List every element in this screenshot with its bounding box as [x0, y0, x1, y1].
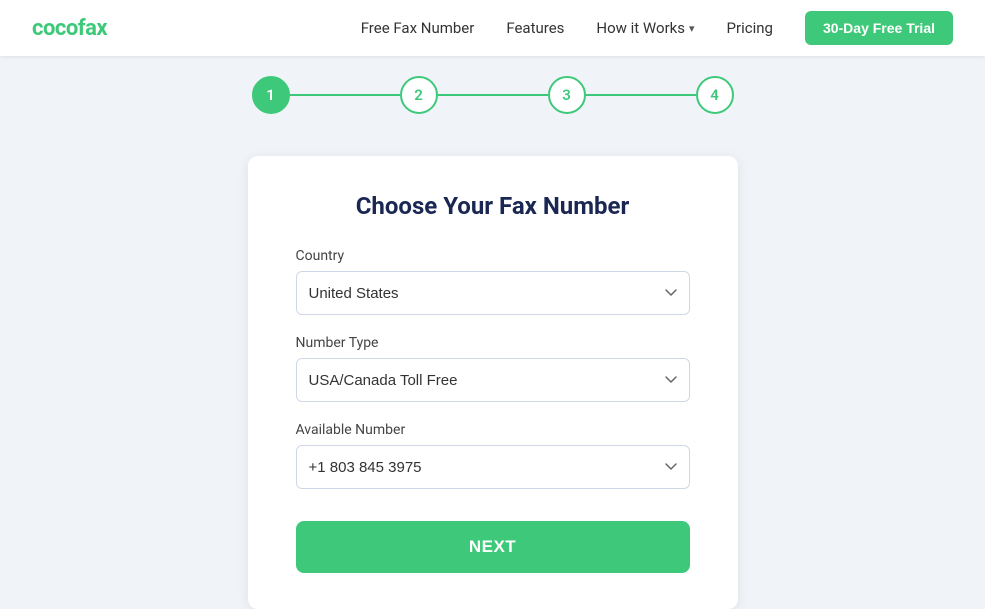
trial-button[interactable]: 30-Day Free Trial — [805, 11, 953, 45]
number-type-select[interactable]: USA/Canada Toll Free Local International — [296, 358, 690, 402]
step-line-3-4 — [586, 94, 696, 96]
nav-free-fax-number[interactable]: Free Fax Number — [361, 19, 475, 37]
number-type-group: Number Type USA/Canada Toll Free Local I… — [296, 335, 690, 402]
nav-pricing[interactable]: Pricing — [727, 19, 773, 37]
navbar: cocofax Free Fax Number Features How it … — [0, 0, 985, 56]
step-line-1-2 — [290, 94, 400, 96]
nav-features[interactable]: Features — [506, 19, 564, 37]
nav-how-it-works-label: How it Works — [596, 19, 685, 37]
fax-number-card: Choose Your Fax Number Country United St… — [248, 156, 738, 609]
country-group: Country United States Canada United King… — [296, 248, 690, 315]
next-button[interactable]: NEXT — [296, 521, 690, 573]
stepper-bar: 1 2 3 4 — [0, 56, 985, 132]
step-2[interactable]: 2 — [400, 76, 438, 114]
available-number-select[interactable]: +1 803 845 3975 +1 803 845 3976 +1 803 8… — [296, 445, 690, 489]
available-number-label: Available Number — [296, 422, 690, 438]
step-4[interactable]: 4 — [696, 76, 734, 114]
country-label: Country — [296, 248, 690, 264]
available-number-group: Available Number +1 803 845 3975 +1 803 … — [296, 422, 690, 489]
chevron-down-icon: ▾ — [689, 22, 695, 35]
step-line-2-3 — [438, 94, 548, 96]
stepper: 1 2 3 4 — [252, 76, 734, 114]
number-type-label: Number Type — [296, 335, 690, 351]
main-content: Choose Your Fax Number Country United St… — [0, 132, 985, 609]
nav-how-it-works[interactable]: How it Works ▾ — [596, 19, 694, 37]
step-3[interactable]: 3 — [548, 76, 586, 114]
country-select[interactable]: United States Canada United Kingdom Aust… — [296, 271, 690, 315]
card-title: Choose Your Fax Number — [296, 192, 690, 220]
step-1[interactable]: 1 — [252, 76, 290, 114]
brand-logo[interactable]: cocofax — [32, 16, 107, 41]
nav-links: Free Fax Number Features How it Works ▾ … — [361, 19, 773, 37]
